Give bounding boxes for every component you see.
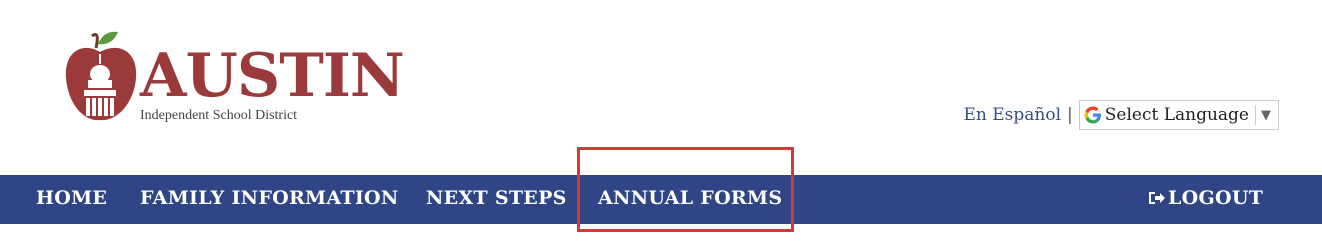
language-separator: | (1067, 105, 1073, 125)
spanish-link[interactable]: En Español (963, 105, 1061, 125)
site-header: AUSTIN Independent School District En Es… (0, 0, 1322, 175)
nav-annual-forms[interactable]: ANNUAL FORMS (598, 187, 782, 209)
logo-wordmark: AUSTIN (140, 41, 405, 111)
logo-subtitle: Independent School District (140, 108, 298, 123)
chevron-down-icon: ▼ (1261, 107, 1271, 123)
nav-family-information[interactable]: FAMILY INFORMATION (140, 187, 399, 209)
google-g-icon (1084, 106, 1101, 124)
district-logo[interactable]: AUSTIN Independent School District (62, 28, 405, 128)
language-bar: En Español | Select Language ▼ (963, 100, 1279, 130)
language-select-label: Select Language (1105, 105, 1256, 125)
logout-icon (1149, 192, 1165, 204)
logout-label: LOGOUT (1168, 187, 1264, 209)
main-nav: HOME FAMILY INFORMATION NEXT STEPS ANNUA… (0, 175, 1322, 224)
apple-capitol-icon (65, 31, 137, 121)
language-select[interactable]: Select Language ▼ (1078, 100, 1279, 130)
logout-button[interactable]: LOGOUT (1148, 187, 1263, 209)
nav-next-steps[interactable]: NEXT STEPS (426, 187, 567, 209)
nav-home[interactable]: HOME (36, 187, 107, 209)
